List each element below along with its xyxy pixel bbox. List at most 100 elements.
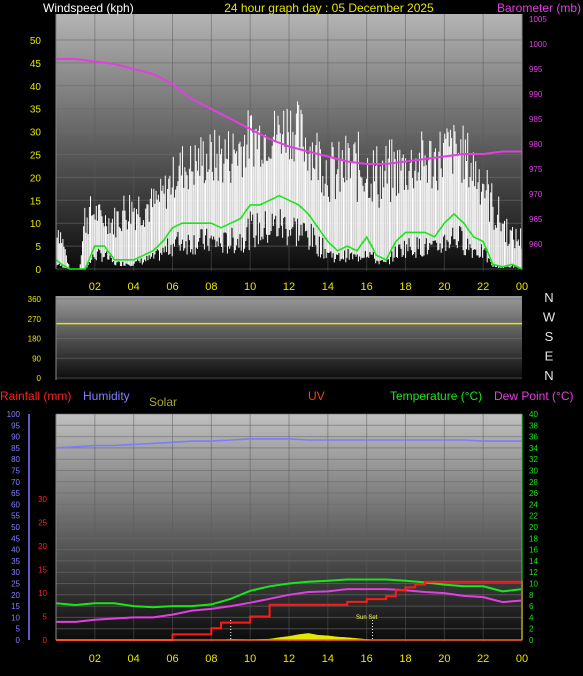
temperature-tick-label: 4 <box>529 613 534 622</box>
temperature-tick-label: 36 <box>529 433 538 442</box>
humidity-tick-label: 90 <box>11 433 20 442</box>
rainfall-label: Rainfall (mm) <box>0 389 71 403</box>
humidity-tick-label: 20 <box>11 591 20 600</box>
temperature-tick-label: 10 <box>529 580 538 589</box>
weather-graph: 02 04 06 08 10 12 14 16 18 20 22 00 051015202530354… <box>0 1 581 665</box>
humidity-tick-label: 60 <box>11 500 20 509</box>
wind-x-tick-label: 10 <box>244 281 256 293</box>
wind-x-tick-label: 18 <box>399 281 411 293</box>
barometer-tick-label: 965 <box>529 215 543 224</box>
rainfall-tick-label: 0 <box>43 636 48 645</box>
temperature-tick-label: 6 <box>529 602 534 611</box>
wind-x-tick-label: 04 <box>128 281 140 293</box>
wind-y-tick-label: 10 <box>30 219 42 230</box>
humidity-tick-label: 80 <box>11 455 20 464</box>
humidity-tick-label: 55 <box>11 512 20 521</box>
humidity-tick-label: 35 <box>11 557 20 566</box>
temperature-tick-label: 22 <box>529 512 538 521</box>
wind-y-tick-label: 45 <box>30 59 42 70</box>
humidity-tick-label: 30 <box>11 568 20 577</box>
rainfall-tick-label: 25 <box>38 519 47 528</box>
wind-y-tick-label: 30 <box>30 128 42 139</box>
humidity-tick-label: 10 <box>11 613 20 622</box>
wind-y-tick-label: 25 <box>30 151 42 162</box>
temperature-x-tick-label: 06 <box>166 653 178 665</box>
wind-x-tick-label: 22 <box>477 281 489 293</box>
humidity-tick-label: 25 <box>11 580 20 589</box>
temperature-x-tick-label: 00 <box>516 653 528 665</box>
temperature-tick-label: 28 <box>529 478 538 487</box>
barometer-tick-label: 990 <box>529 90 543 99</box>
barometer-axis-title: Barometer (mb) <box>497 1 581 15</box>
compass-label: S <box>545 329 554 344</box>
rainfall-tick-label: 15 <box>38 566 47 575</box>
wind-y-tick-label: 0 <box>35 265 41 276</box>
barometer-tick-label: 995 <box>529 65 543 74</box>
rainfall-tick-label: 10 <box>38 589 47 598</box>
humidity-tick-label: 65 <box>11 489 20 498</box>
temperature-tick-label: 16 <box>529 546 538 555</box>
direction-tick-label: 180 <box>28 335 42 344</box>
humidity-tick-label: 50 <box>11 523 20 532</box>
temperature-tick-label: 20 <box>529 523 538 532</box>
wind-y-tick-label: 5 <box>35 242 41 253</box>
humidity-tick-label: 95 <box>11 421 20 430</box>
barometer-tick-label: 970 <box>529 190 543 199</box>
wind-x-tick-label: 00 <box>516 281 528 293</box>
humidity-tick-label: 0 <box>16 636 21 645</box>
humidity-label: Humidity <box>83 389 130 403</box>
wind-y-tick-label: 20 <box>30 173 42 184</box>
temperature-tick-label: 24 <box>529 500 538 509</box>
compass-label: W <box>543 310 556 325</box>
humidity-tick-label: 40 <box>11 546 20 555</box>
temperature-tick-label: 34 <box>529 444 538 453</box>
direction-tick-label: 0 <box>37 374 42 383</box>
humidity-tick-label: 5 <box>16 625 21 634</box>
barometer-tick-label: 1005 <box>529 15 547 24</box>
temperature-tick-label: 0 <box>529 636 534 645</box>
direction-axes: 0 90 180 270 360 <box>28 295 57 383</box>
compass-label: N <box>544 368 553 383</box>
wind-x-tick-label: 20 <box>438 281 450 293</box>
temperature-x-tick-label: 08 <box>205 653 217 665</box>
temperature-tick-label: 38 <box>529 421 538 430</box>
temperature-tick-label: 30 <box>529 467 538 476</box>
rainfall-tick-label: 20 <box>38 542 47 551</box>
temperature-tick-label: 2 <box>529 625 534 634</box>
temperature-x-tick-label: 20 <box>438 653 450 665</box>
humidity-tick-label: 75 <box>11 467 20 476</box>
wind-y-tick-label: 35 <box>30 105 42 116</box>
temperature-x-tick-label: 02 <box>89 653 101 665</box>
temperature-tick-label: 40 <box>529 410 538 419</box>
barometer-tick-label: 980 <box>529 140 543 149</box>
compass-label: N <box>544 290 553 305</box>
temperature-tick-label: 14 <box>529 557 538 566</box>
temperature-tick-label: 8 <box>529 591 534 600</box>
wind-x-tick-label: 14 <box>322 281 334 293</box>
temperature-x-tick-label: 10 <box>244 653 256 665</box>
wind-x-tick-label: 12 <box>283 281 295 293</box>
wind-y-tick-label: 15 <box>30 196 42 207</box>
chart-title: 24 hour graph day : 05 December 2025 <box>224 1 434 15</box>
temperature-tick-label: 26 <box>529 489 538 498</box>
wind-x-tick-label: 16 <box>361 281 373 293</box>
temperature-tick-label: 12 <box>529 568 538 577</box>
wind-x-tick-label: 06 <box>166 281 178 293</box>
barometer-tick-label: 960 <box>529 240 543 249</box>
temperature-x-tick-label: 22 <box>477 653 489 665</box>
direction-tick-label: 270 <box>28 315 42 324</box>
wind-x-tick-label: 08 <box>205 281 217 293</box>
humidity-tick-label: 85 <box>11 444 20 453</box>
sunset-annotation: Sun Set <box>356 615 378 621</box>
wind-y-tick-label: 40 <box>30 82 42 93</box>
barometer-tick-label: 985 <box>529 115 543 124</box>
temperature-x-tick-label: 18 <box>399 653 411 665</box>
humidity-tick-label: 15 <box>11 602 20 611</box>
temperature-x-tick-label: 04 <box>128 653 140 665</box>
wind-y-tick-label: 50 <box>30 36 42 47</box>
temperature-label: Temperature (°C) <box>390 389 482 403</box>
compass-labels: NWSEN <box>543 290 556 383</box>
compass-label: E <box>545 349 554 364</box>
humidity-tick-label: 100 <box>7 410 21 419</box>
wind-x-tick-label: 02 <box>89 281 101 293</box>
